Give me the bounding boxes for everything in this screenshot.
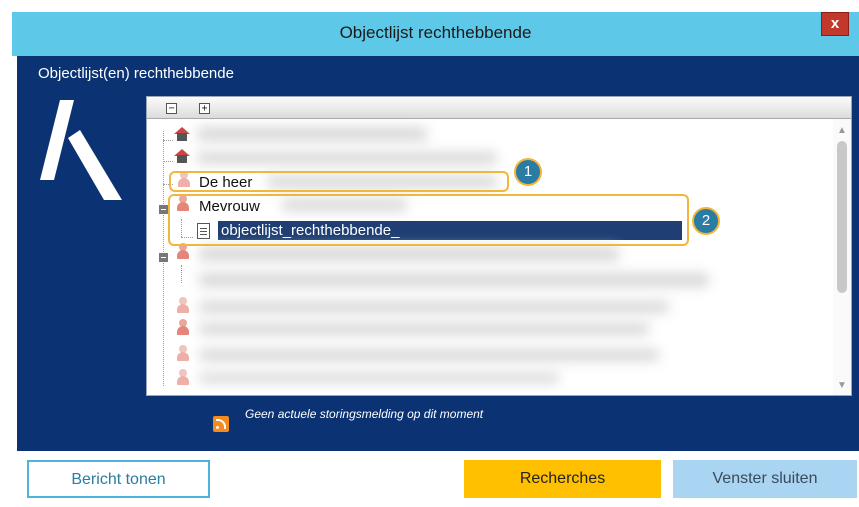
- scroll-thumb[interactable]: [837, 141, 847, 293]
- person-icon: [176, 345, 190, 361]
- redacted-text: [199, 247, 619, 261]
- callout-badge-1: 1: [514, 158, 542, 186]
- scroll-up-icon[interactable]: ▲: [837, 125, 847, 136]
- bericht-tonen-button[interactable]: Bericht tonen: [27, 460, 210, 498]
- title-bar: Objectlijst rechthebbende x: [12, 12, 859, 56]
- house-icon: [174, 149, 190, 163]
- venster-sluiten-button[interactable]: Venster sluiten: [673, 460, 857, 498]
- collapse-node-icon[interactable]: [159, 205, 168, 214]
- callout-badge-2: 2: [692, 207, 720, 235]
- tree-toolbar: − +: [147, 97, 851, 119]
- redacted-text: [199, 373, 559, 383]
- callout-highlight-2: [168, 194, 689, 246]
- close-button[interactable]: x: [821, 12, 849, 36]
- status-message: Geen actuele storingsmelding op dit mome…: [245, 407, 484, 421]
- rss-feed-icon[interactable]: [213, 416, 229, 432]
- tree-connector: [163, 140, 173, 141]
- collapse-all-button[interactable]: −: [166, 103, 177, 114]
- tree-connector: [181, 265, 182, 283]
- expand-all-button[interactable]: +: [199, 103, 210, 114]
- redacted-text: [197, 152, 497, 164]
- person-icon: [176, 297, 190, 313]
- house-icon: [174, 127, 190, 141]
- scroll-down-icon[interactable]: ▼: [837, 380, 847, 391]
- vertical-scrollbar[interactable]: ▲ ▼: [833, 119, 851, 395]
- collapse-node-icon[interactable]: [159, 253, 168, 262]
- recherches-button[interactable]: Recherches: [464, 460, 661, 498]
- person-icon: [176, 319, 190, 335]
- redacted-text: [197, 127, 427, 141]
- object-tree[interactable]: − + ▲ ▼ De heer Mevrouw objectlijst_rech…: [146, 96, 852, 396]
- window-title: Objectlijst rechthebbende: [339, 23, 532, 42]
- tree-connector: [163, 161, 173, 162]
- callout-highlight-1: [169, 171, 509, 192]
- redacted-text: [199, 323, 649, 335]
- redacted-text: [199, 273, 709, 287]
- person-icon: [176, 369, 190, 385]
- kadaster-logo-icon: [40, 100, 122, 200]
- redacted-text: [199, 349, 659, 361]
- panel-heading: Objectlijst(en) rechthebbende: [38, 65, 234, 82]
- redacted-text: [199, 301, 669, 313]
